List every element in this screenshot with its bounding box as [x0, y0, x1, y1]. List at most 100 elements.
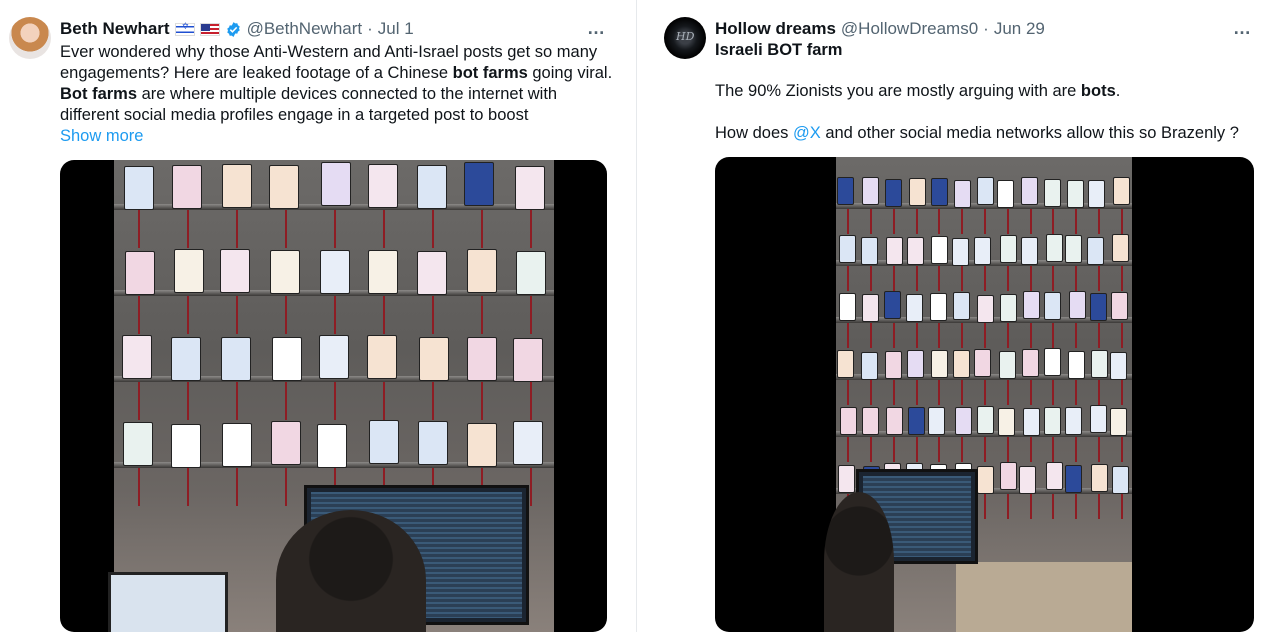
phone-device	[953, 349, 971, 378]
charging-cable	[431, 296, 434, 334]
phone-device	[171, 164, 202, 209]
phone-device	[1065, 406, 1082, 435]
mention-link[interactable]: @X	[793, 124, 821, 142]
charging-cable	[1006, 494, 1009, 519]
phone-device	[317, 423, 348, 468]
tweet-text-part: going viral.	[527, 64, 613, 82]
charging-cable	[236, 468, 239, 506]
charging-cable	[938, 209, 941, 234]
tweet-video[interactable]	[715, 157, 1254, 632]
phone-device	[908, 407, 926, 436]
charging-cable	[1052, 494, 1055, 519]
phone-device	[1113, 177, 1131, 206]
phone-device	[884, 351, 902, 380]
author-name[interactable]: Hollow dreams	[715, 19, 836, 39]
charging-cable	[984, 380, 986, 405]
charging-cable	[961, 437, 964, 462]
phone-device	[123, 422, 154, 467]
charging-cable	[138, 468, 141, 506]
charging-cable	[285, 468, 288, 506]
phone-device	[953, 292, 971, 321]
avatar-monogram: HD	[676, 30, 695, 43]
phone-device	[1068, 350, 1086, 379]
charging-cable	[1097, 209, 1100, 234]
tweet-date[interactable]: Jul 1	[378, 19, 414, 39]
charging-cable	[1075, 437, 1078, 462]
charging-cable	[480, 210, 483, 248]
phone-device	[977, 294, 995, 323]
avatar[interactable]: HD	[664, 17, 706, 59]
phone-device	[268, 165, 299, 210]
phone-device	[272, 336, 303, 381]
phone-device	[860, 351, 878, 380]
phone-device	[906, 294, 924, 323]
charging-cable	[1052, 209, 1055, 234]
charging-cable	[138, 210, 141, 248]
phone-device	[466, 337, 497, 382]
phone-device	[862, 407, 880, 436]
charging-cable	[847, 380, 850, 405]
more-options-icon[interactable]: …	[1233, 18, 1252, 39]
charging-cable	[1075, 266, 1078, 291]
tweet-hollow-dreams[interactable]: HD Hollow dreams @HollowDreams0 · Jun 29…	[650, 0, 1271, 632]
phone-device	[515, 165, 546, 210]
charging-cable	[870, 437, 873, 462]
avatar[interactable]	[9, 17, 51, 59]
phone-device	[512, 337, 543, 382]
person-head	[824, 492, 894, 632]
tweet-video[interactable]	[60, 160, 607, 632]
phone-device	[220, 248, 251, 293]
phone-device	[928, 406, 946, 435]
charging-cable	[1097, 266, 1100, 291]
phone-device	[270, 421, 301, 466]
divider	[636, 0, 637, 632]
charging-cable	[915, 437, 918, 462]
phone-device	[124, 251, 155, 296]
charging-cable	[847, 323, 850, 348]
phone-device	[1065, 465, 1083, 494]
phone-device	[906, 237, 924, 266]
charging-cable	[984, 209, 986, 234]
tweet-date[interactable]: Jun 29	[994, 19, 1045, 39]
phone-device	[1064, 234, 1082, 263]
phone-device	[222, 423, 253, 468]
charging-cable	[1097, 437, 1100, 462]
phone-device	[418, 337, 449, 382]
author-name[interactable]: Beth Newhart	[60, 19, 170, 39]
phone-device	[860, 236, 878, 265]
charging-cable	[1120, 209, 1123, 234]
charging-cable	[1120, 437, 1123, 462]
phone-device	[512, 420, 543, 465]
charging-cable	[984, 323, 986, 348]
author-handle[interactable]: @BethNewhart	[247, 19, 363, 39]
phone-device	[999, 293, 1017, 322]
charging-cable	[334, 296, 336, 334]
more-options-icon[interactable]: …	[587, 18, 606, 39]
phone-device	[1090, 349, 1108, 378]
charging-cable	[984, 494, 986, 519]
tweet-beth-newhart[interactable]: Beth Newhart @BethNewhart · Jul 1 … Ever…	[0, 0, 626, 632]
charging-cable	[1006, 209, 1009, 234]
charging-cable	[961, 380, 964, 405]
charging-cable	[1006, 380, 1009, 405]
show-more-link[interactable]: Show more	[60, 127, 143, 145]
phone-device	[977, 405, 995, 434]
author-handle[interactable]: @HollowDreams0	[841, 19, 978, 39]
phone-device	[1088, 179, 1106, 208]
charging-cable	[138, 296, 141, 334]
tweet-text-part: How does	[715, 124, 793, 142]
charging-cable	[870, 380, 873, 405]
phone-device	[1043, 179, 1061, 208]
phone-device	[269, 249, 300, 294]
charging-cable	[1052, 266, 1055, 291]
phone-device	[999, 234, 1017, 263]
tweet-header: Hollow dreams @HollowDreams0 · Jun 29	[715, 18, 1045, 40]
phone-device	[1110, 351, 1128, 380]
charging-cable	[870, 209, 873, 234]
charging-cable	[187, 468, 190, 506]
charging-cable	[187, 296, 190, 334]
charging-cable	[382, 296, 385, 334]
charging-cable	[984, 437, 986, 462]
tweet-text-line: The 90% Zionists you are mostly arguing …	[715, 82, 1120, 101]
charging-cable	[1097, 494, 1100, 519]
